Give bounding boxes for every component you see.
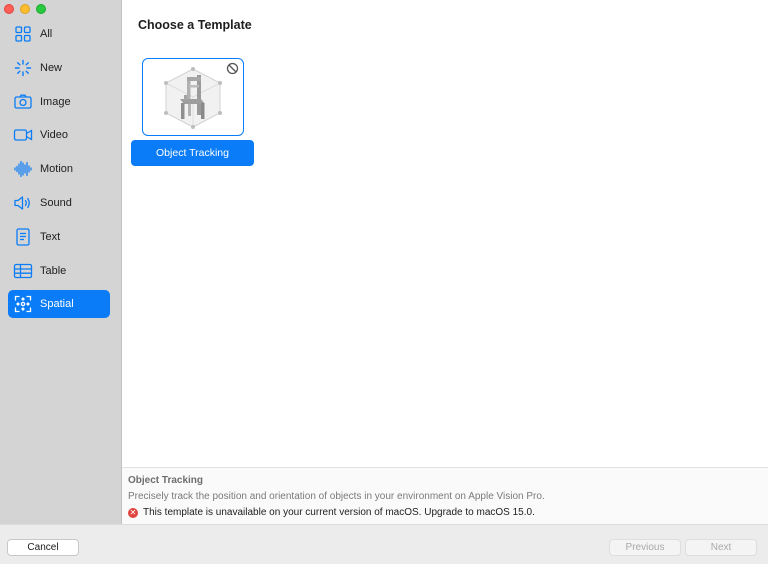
sidebar-item-label: Sound [40, 196, 72, 209]
zoom-window-button[interactable] [36, 4, 46, 14]
window-controls [4, 4, 46, 14]
sidebar-item-text[interactable]: Text [8, 223, 110, 251]
minimize-window-button[interactable] [20, 4, 30, 14]
sidebar-item-video[interactable]: Video [8, 121, 110, 149]
template-chooser-window: All New Image Video Motion Sound Text Ta… [0, 0, 768, 564]
unavailable-warning: ✕ This template is unavailable on your c… [128, 507, 535, 518]
template-label-object-tracking[interactable]: Object Tracking [131, 140, 254, 166]
chair-object-icon [164, 67, 222, 129]
sidebar-item-all[interactable]: All [8, 20, 110, 48]
camera-icon [13, 92, 33, 112]
sidebar-item-sound[interactable]: Sound [8, 189, 110, 217]
video-icon [13, 125, 33, 145]
cancel-button[interactable]: Cancel [7, 539, 79, 556]
sidebar-item-label: Image [40, 95, 71, 108]
sidebar-item-label: Text [40, 230, 61, 243]
sidebar-item-new[interactable]: New [8, 54, 110, 82]
sidebar-item-label: All [40, 28, 53, 40]
sidebar-item-label: Spatial [40, 298, 74, 311]
waveform-icon [13, 159, 33, 179]
sidebar-item-image[interactable]: Image [8, 88, 110, 116]
error-icon: ✕ [128, 507, 138, 518]
page-title: Choose a Template [138, 18, 252, 32]
sidebar-item-spatial[interactable]: Spatial [8, 290, 110, 319]
document-icon [13, 227, 33, 247]
table-icon [13, 261, 33, 281]
sidebar: All New Image Video Motion Sound Text Ta… [0, 0, 122, 524]
next-button[interactable]: Next [685, 539, 757, 556]
sidebar-item-label: New [40, 61, 63, 74]
sidebar-list: All New Image Video Motion Sound Text Ta… [8, 20, 110, 324]
close-window-button[interactable] [4, 4, 14, 14]
sidebar-item-motion[interactable]: Motion [8, 155, 110, 183]
sparkle-icon [13, 58, 33, 78]
description-text: Precisely track the position and orienta… [128, 491, 545, 502]
sidebar-item-label: Video [40, 129, 68, 142]
previous-button[interactable]: Previous [609, 539, 681, 556]
spatial-icon [13, 294, 33, 314]
template-area: Choose a Template Object Tracking [122, 0, 768, 467]
sidebar-item-label: Motion [40, 163, 74, 176]
footer-bar: Cancel Previous Next [0, 524, 768, 564]
sidebar-item-label: Table [40, 264, 67, 277]
unavailable-icon [226, 62, 239, 75]
template-tile-object-tracking[interactable] [142, 58, 244, 136]
speaker-icon [13, 193, 33, 213]
warning-text: This template is unavailable on your cur… [143, 507, 535, 518]
description-title: Object Tracking [128, 475, 204, 486]
template-description: Object Tracking Precisely track the posi… [122, 467, 768, 524]
grid-icon [13, 24, 33, 44]
sidebar-item-table[interactable]: Table [8, 257, 110, 285]
